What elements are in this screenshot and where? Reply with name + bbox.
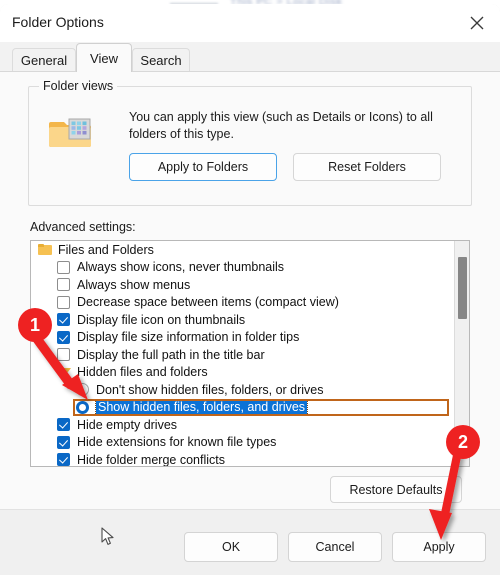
ok-button[interactable]: OK: [184, 532, 278, 562]
list-item[interactable]: Hide empty drives: [31, 416, 455, 434]
checkbox-icon[interactable]: [57, 260, 70, 274]
tab-general[interactable]: General: [12, 48, 76, 72]
view-tab-panel: Folder views You can apply this view (su…: [0, 71, 500, 509]
annotation-badge-1-label: 1: [29, 314, 40, 335]
tab-search-label: Search: [140, 53, 182, 68]
list-item[interactable]: Display file icon on thumbnails: [31, 311, 455, 329]
apply-to-folders-label: Apply to Folders: [157, 160, 249, 174]
list-item-label: Don't show hidden files, folders, or dri…: [96, 382, 324, 397]
restore-defaults-button[interactable]: Restore Defaults: [330, 476, 462, 503]
annotation-badge-1: 1: [18, 308, 52, 342]
checkbox-icon[interactable]: [57, 330, 70, 344]
list-item-label: Display file icon on thumbnails: [77, 312, 246, 327]
screen: This PC > Local Disk Folder Options Gene…: [0, 0, 500, 575]
checkbox-icon[interactable]: [57, 348, 70, 362]
checkbox-icon[interactable]: [57, 435, 70, 449]
folder-view-icon: [49, 115, 91, 149]
reset-folders-button[interactable]: Reset Folders: [293, 153, 441, 181]
list-item[interactable]: Hide folder merge conflicts: [31, 451, 455, 467]
list-item-label: Hide extensions for known file types: [77, 435, 277, 449]
checkbox-icon[interactable]: [57, 278, 70, 292]
apply-to-folders-button[interactable]: Apply to Folders: [129, 153, 277, 181]
list-item[interactable]: Files and Folders: [31, 241, 455, 259]
apply-button[interactable]: Apply: [392, 532, 486, 562]
folder-icon[interactable]: [38, 244, 52, 256]
dialog-footer: OK Cancel Apply: [0, 509, 500, 575]
page-title: Folder Options: [12, 14, 104, 30]
triangle-open-icon[interactable]: [57, 367, 71, 378]
mouse-cursor: [101, 527, 115, 552]
checkbox-icon[interactable]: [57, 295, 70, 309]
list-item-label: Always show icons, never thumbnails: [77, 260, 285, 274]
folder-views-description: You can apply this view (such as Details…: [129, 110, 433, 141]
list-item-label: Hide folder merge conflicts: [77, 452, 225, 467]
checkbox-icon[interactable]: [57, 453, 70, 466]
ok-label: OK: [221, 540, 241, 554]
folder-views-legend: Folder views: [39, 79, 118, 93]
folder-views-group: Folder views You can apply this view (su…: [28, 79, 472, 206]
cancel-button[interactable]: Cancel: [288, 532, 382, 562]
tab-view[interactable]: View: [76, 43, 132, 72]
list-item[interactable]: Decrease space between items (compact vi…: [31, 294, 455, 312]
checkbox-icon[interactable]: [57, 313, 70, 327]
scrollbar-thumb[interactable]: [458, 257, 467, 319]
list-item-label: Show hidden files, folders, and drives: [94, 399, 309, 416]
list-item-label: Decrease space between items (compact vi…: [77, 295, 339, 309]
cancel-label: Cancel: [315, 540, 355, 554]
list-item[interactable]: Hide extensions for known file types: [31, 434, 455, 452]
list-item-label: Always show menus: [77, 277, 191, 292]
checkbox-icon[interactable]: [57, 418, 70, 432]
restore-defaults-label: Restore Defaults: [349, 482, 443, 497]
advanced-settings-label: Advanced settings:: [30, 220, 136, 234]
folder-options-dialog: Folder Options General View Search Folde…: [0, 4, 500, 575]
annotation-badge-2: 2: [446, 425, 480, 459]
list-item-label: Display the full path in the title bar: [77, 347, 265, 362]
list-item[interactable]: Don't show hidden files, folders, or dri…: [31, 381, 455, 399]
title-bar: Folder Options: [0, 4, 500, 42]
radio-icon[interactable]: [76, 383, 89, 397]
list-item[interactable]: Always show icons, never thumbnails: [31, 259, 455, 277]
apply-label: Apply: [423, 540, 455, 554]
tab-bar: General View Search: [0, 42, 500, 72]
annotation-badge-2-label: 2: [457, 431, 468, 452]
reset-folders-label: Reset Folders: [328, 160, 406, 174]
tab-general-label: General: [20, 53, 68, 68]
list-item[interactable]: Display the full path in the title bar: [31, 346, 455, 364]
list-item[interactable]: Always show menus: [31, 276, 455, 294]
list-item-label: Files and Folders: [58, 242, 154, 257]
list-item-label: Hidden files and folders: [77, 365, 208, 379]
list-item-label: Hide empty drives: [77, 417, 178, 432]
advanced-settings-list-inner: Files and Folders Always show icons, neve…: [31, 241, 455, 467]
list-item[interactable]: Show hidden files, folders, and drives: [31, 398, 455, 416]
tab-search[interactable]: Search: [132, 48, 190, 72]
advanced-settings-list[interactable]: Files and Folders Always show icons, neve…: [30, 240, 470, 467]
list-item[interactable]: Hidden files and folders: [31, 364, 455, 382]
close-icon[interactable]: [454, 4, 500, 42]
list-item-label: Display file size information in folder …: [77, 330, 300, 344]
list-item[interactable]: Display file size information in folder …: [31, 329, 455, 347]
tab-view-label: View: [90, 50, 118, 66]
radio-icon[interactable]: [76, 400, 89, 414]
